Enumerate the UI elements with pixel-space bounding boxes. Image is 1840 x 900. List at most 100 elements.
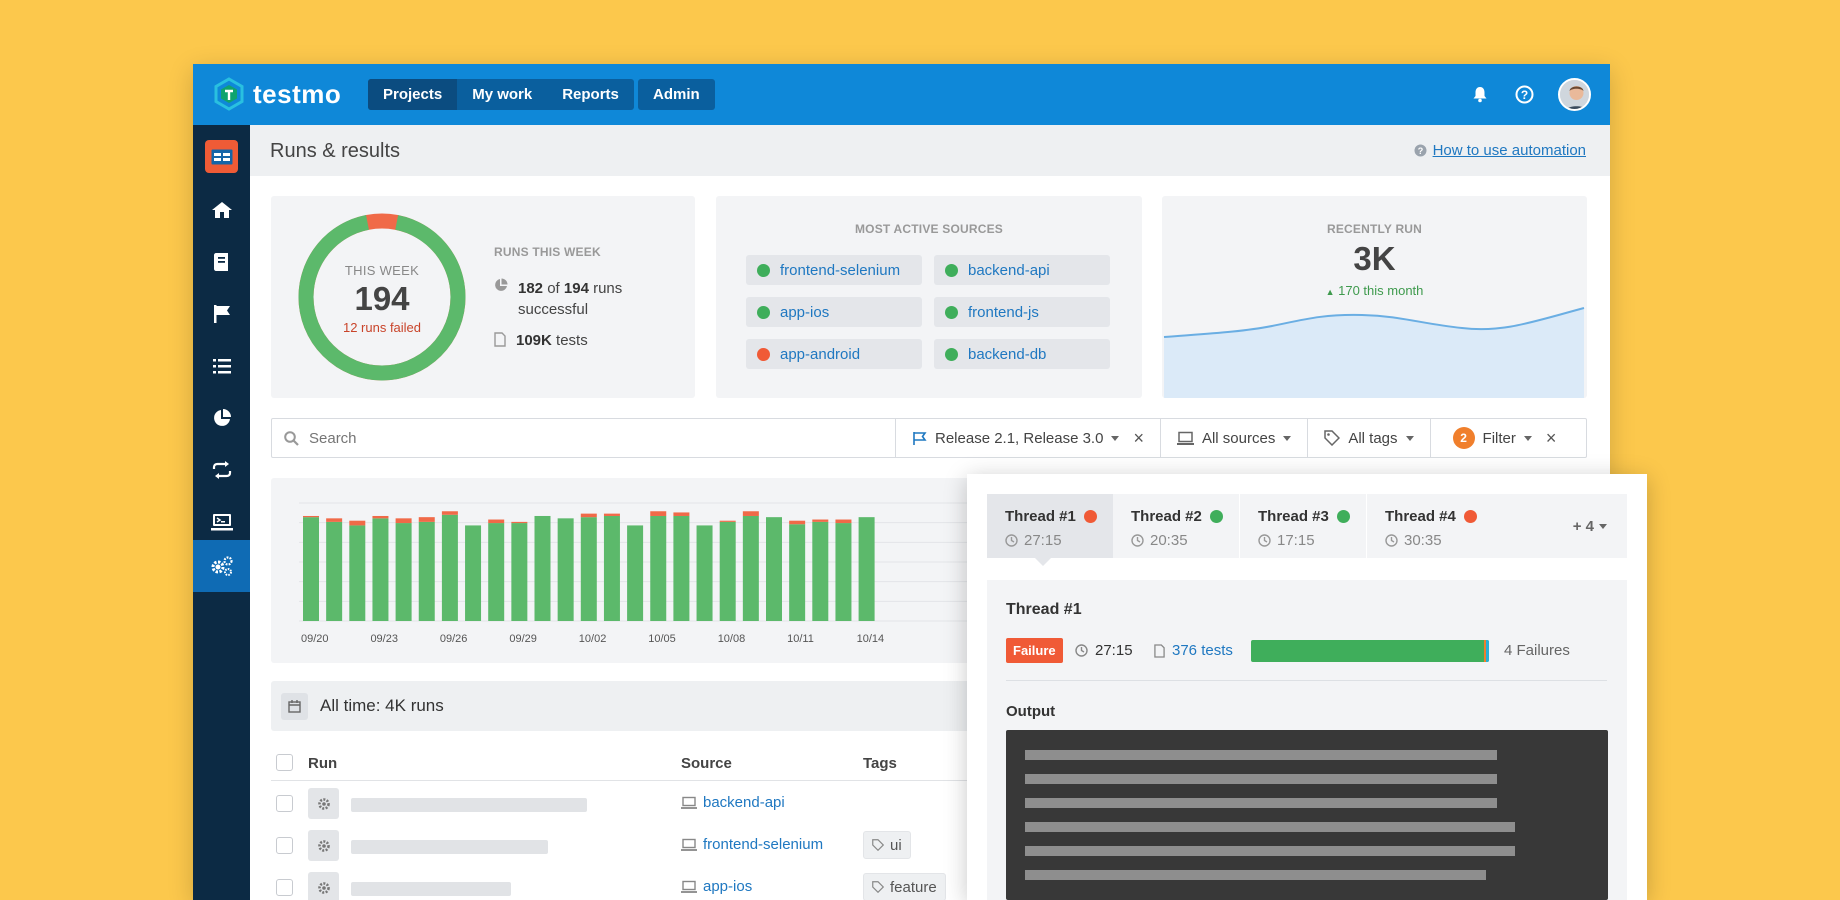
col-tags[interactable]: Tags [863,755,897,772]
bar-failed[interactable] [303,515,319,518]
source-pill-backend-api[interactable]: backend-api [934,255,1110,285]
bar-passed[interactable] [465,525,482,621]
bar-passed[interactable] [696,525,713,621]
row-tag[interactable]: ui [863,831,911,859]
bar-failed[interactable] [511,521,528,524]
tags-filter[interactable]: All tags [1308,419,1431,457]
bar-failed[interactable] [650,511,667,516]
bar-passed[interactable] [812,521,829,621]
bar-passed[interactable] [719,521,736,621]
search-input[interactable] [309,429,869,447]
col-run[interactable]: Run [308,755,337,772]
bar-failed[interactable] [673,512,690,516]
bar-failed[interactable] [603,513,620,516]
bar-failed[interactable] [789,520,806,525]
recent-value: 3K [1353,240,1396,277]
source-pill-backend-db[interactable]: backend-db [934,339,1110,369]
row-checkbox[interactable] [276,879,293,896]
bar-failed[interactable] [349,520,366,526]
bar-passed[interactable] [511,523,528,621]
row-checkbox[interactable] [276,795,293,812]
source-pill-app-android[interactable]: app-android [746,339,922,369]
project-switcher-icon[interactable] [205,140,238,173]
bar-failed[interactable] [395,518,412,524]
bar-passed[interactable] [835,523,852,621]
advanced-filter[interactable]: 2 Filter × [1431,419,1573,457]
bar-failed[interactable] [719,520,736,522]
list-icon[interactable] [193,340,250,392]
bar-failed[interactable] [742,511,759,516]
test-results-progress-bar [1251,640,1489,662]
bar-failed[interactable] [441,511,458,515]
table-row[interactable]: frontend-selenium ui [271,824,971,866]
brand-logo[interactable]: testmo [213,77,341,111]
bar-passed[interactable] [372,518,389,621]
flag-icon[interactable] [193,288,250,340]
nav-reports[interactable]: Reports [547,79,634,110]
bar-passed[interactable] [395,523,412,621]
row-source-link[interactable]: frontend-selenium [681,836,823,853]
help-link[interactable]: ? How to use automation [1414,142,1586,159]
bar-passed[interactable] [418,521,435,621]
bar-passed[interactable] [650,515,667,621]
repeat-icon[interactable] [193,444,250,496]
bar-passed[interactable] [580,517,597,621]
source-pill-app-ios[interactable]: app-ios [746,297,922,327]
bar-passed[interactable] [349,525,366,621]
bar-passed[interactable] [789,524,806,621]
thread-tab-4[interactable]: Thread #4 30:35 [1367,494,1493,558]
bar-passed[interactable] [627,525,644,621]
milestone-filter[interactable]: Release 2.1, Release 3.0 × [896,419,1161,457]
clear-milestone-icon[interactable]: × [1133,428,1144,449]
col-source[interactable]: Source [681,755,732,772]
bar-passed[interactable] [858,517,875,621]
bar-passed[interactable] [557,518,574,621]
thread-tab-3[interactable]: Thread #3 17:15 [1240,494,1366,558]
bar-passed[interactable] [534,515,551,621]
help-circle-icon[interactable]: ? [1512,82,1536,106]
avatar[interactable] [1558,78,1591,111]
bar-passed[interactable] [441,514,458,621]
bar-failed[interactable] [812,519,829,522]
bar-passed[interactable] [488,523,505,621]
all-time-label: All time: 4K runs [320,696,444,715]
bar-passed[interactable] [303,517,319,621]
bar-failed[interactable] [488,519,505,524]
bell-icon[interactable] [1468,82,1492,106]
clear-filter-icon[interactable]: × [1546,428,1557,449]
bar-failed[interactable] [372,515,389,519]
source-pill-frontend-js[interactable]: frontend-js [934,297,1110,327]
home-icon[interactable] [193,184,250,236]
bar-failed[interactable] [418,517,435,522]
bar-passed[interactable] [766,517,782,621]
source-pill-frontend-selenium[interactable]: frontend-selenium [746,255,922,285]
table-row[interactable]: app-ios feature [271,866,971,900]
thread-tab-2[interactable]: Thread #2 20:35 [1113,494,1239,558]
status-dot [757,263,770,277]
row-tag[interactable]: feature [863,873,946,900]
table-row[interactable]: backend-api [271,782,971,824]
row-source-link[interactable]: app-ios [681,878,752,895]
pie-chart-icon[interactable] [193,392,250,444]
settings-icon[interactable] [193,540,250,592]
bar-passed[interactable] [742,515,759,621]
row-checkbox[interactable] [276,837,293,854]
recently-run-card: RECENTLY RUN 3K ▲ 170 this month [1162,196,1587,398]
thread-tab-1[interactable]: Thread #1 27:15 [987,494,1113,558]
more-threads-button[interactable]: + 4 [1493,494,1627,558]
bar-passed[interactable] [673,515,690,621]
nav-my-work[interactable]: My work [457,79,547,110]
nav-projects[interactable]: Projects [368,79,458,110]
bar-failed[interactable] [580,513,597,518]
bar-passed[interactable] [326,521,343,621]
bar-failed[interactable] [326,518,343,522]
select-all-checkbox[interactable] [276,754,293,771]
bar-passed[interactable] [603,515,620,621]
bar-failed[interactable] [835,519,852,524]
thread-tests-link[interactable]: 376 tests [1154,642,1233,659]
book-icon[interactable] [193,236,250,288]
nav-admin[interactable]: Admin [638,79,715,110]
sources-filter[interactable]: All sources [1161,419,1309,457]
row-source-link[interactable]: backend-api [681,794,785,811]
calendar-icon[interactable] [281,692,308,720]
